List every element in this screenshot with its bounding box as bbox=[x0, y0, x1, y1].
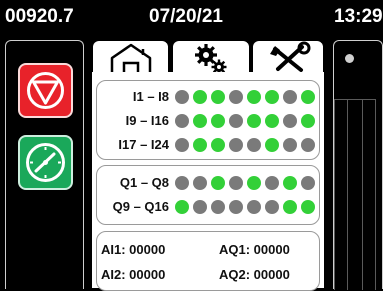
led-on bbox=[193, 90, 207, 104]
home-icon bbox=[110, 43, 152, 74]
led-on bbox=[283, 176, 297, 190]
led-off bbox=[211, 200, 225, 214]
led-on bbox=[247, 114, 261, 128]
led-on bbox=[193, 138, 207, 152]
date-readout: 07/20/21 bbox=[149, 6, 223, 27]
digital-inputs-group: I1 – I8 I9 – I16 I17 – I24 bbox=[96, 80, 320, 160]
led-off bbox=[175, 176, 189, 190]
led-off bbox=[175, 90, 189, 104]
led-off bbox=[229, 138, 243, 152]
led-off bbox=[301, 176, 315, 190]
led-on bbox=[283, 200, 297, 214]
ai2-value: AI2: 00000 bbox=[101, 267, 166, 282]
led-on bbox=[301, 90, 315, 104]
led-off bbox=[283, 138, 297, 152]
counter-readout: 00920.7 bbox=[5, 6, 74, 27]
tab-settings[interactable] bbox=[172, 40, 250, 75]
led-on bbox=[265, 114, 279, 128]
led-on bbox=[247, 90, 261, 104]
stop-button[interactable] bbox=[18, 63, 73, 118]
output-row: Q9 – Q16 bbox=[97, 197, 319, 217]
left-button-panel bbox=[5, 40, 84, 289]
led-off bbox=[283, 90, 297, 104]
led-on bbox=[301, 114, 315, 128]
led-on bbox=[175, 200, 189, 214]
input-row: I1 – I8 bbox=[97, 87, 319, 107]
led-off bbox=[283, 114, 297, 128]
led-off bbox=[229, 90, 243, 104]
led-on bbox=[211, 114, 225, 128]
led-on bbox=[211, 176, 225, 190]
gears-icon bbox=[195, 44, 227, 75]
led-on bbox=[247, 176, 261, 190]
gauge-icon bbox=[26, 143, 65, 182]
led-off bbox=[265, 176, 279, 190]
input-row: I9 – I16 bbox=[97, 111, 319, 131]
input-row: I17 – I24 bbox=[97, 135, 319, 155]
io-range-label: Q9 – Q16 bbox=[112, 199, 169, 214]
status-bar: 00920.7 07/20/21 13:29 bbox=[0, 0, 383, 34]
led-on bbox=[193, 114, 207, 128]
led-off bbox=[175, 138, 189, 152]
led-on bbox=[211, 90, 225, 104]
tools-icon bbox=[270, 41, 311, 72]
gauge-button[interactable] bbox=[18, 135, 73, 190]
right-panel bbox=[333, 40, 383, 290]
ai1-value: AI1: 00000 bbox=[101, 242, 166, 257]
led-off bbox=[229, 176, 243, 190]
io-range-label: I1 – I8 bbox=[132, 89, 169, 104]
time-readout: 13:29 bbox=[334, 6, 383, 27]
led-on bbox=[265, 138, 279, 152]
scrollbar[interactable] bbox=[334, 99, 376, 290]
led-on bbox=[265, 90, 279, 104]
led-on bbox=[301, 200, 315, 214]
analog-values-group: AI1: 00000 AQ1: 00000 AI2: 00000 AQ2: 00… bbox=[96, 231, 320, 291]
aq2-value: AQ2: 00000 bbox=[219, 267, 290, 282]
led-off bbox=[265, 200, 279, 214]
aq1-value: AQ1: 00000 bbox=[219, 242, 290, 257]
led-off bbox=[229, 200, 243, 214]
tab-home[interactable] bbox=[92, 40, 169, 74]
io-range-label: I17 – I24 bbox=[118, 137, 169, 152]
io-range-label: I9 – I16 bbox=[125, 113, 169, 128]
led-off bbox=[193, 200, 207, 214]
tab-tools[interactable] bbox=[252, 40, 324, 74]
led-off bbox=[247, 138, 261, 152]
io-range-label: Q1 – Q8 bbox=[119, 175, 169, 190]
io-status-panel: I1 – I8 I9 – I16 I17 – I24 Q1 – Q8 Q9 – Q16… bbox=[92, 72, 324, 291]
led-on bbox=[211, 138, 225, 152]
led-off bbox=[247, 200, 261, 214]
led-off bbox=[229, 114, 243, 128]
led-off bbox=[193, 176, 207, 190]
led-off bbox=[301, 138, 315, 152]
stop-icon bbox=[27, 72, 64, 109]
led-off bbox=[175, 114, 189, 128]
status-indicator bbox=[345, 54, 354, 63]
output-row: Q1 – Q8 bbox=[97, 173, 319, 193]
digital-outputs-group: Q1 – Q8 Q9 – Q16 bbox=[96, 165, 320, 225]
